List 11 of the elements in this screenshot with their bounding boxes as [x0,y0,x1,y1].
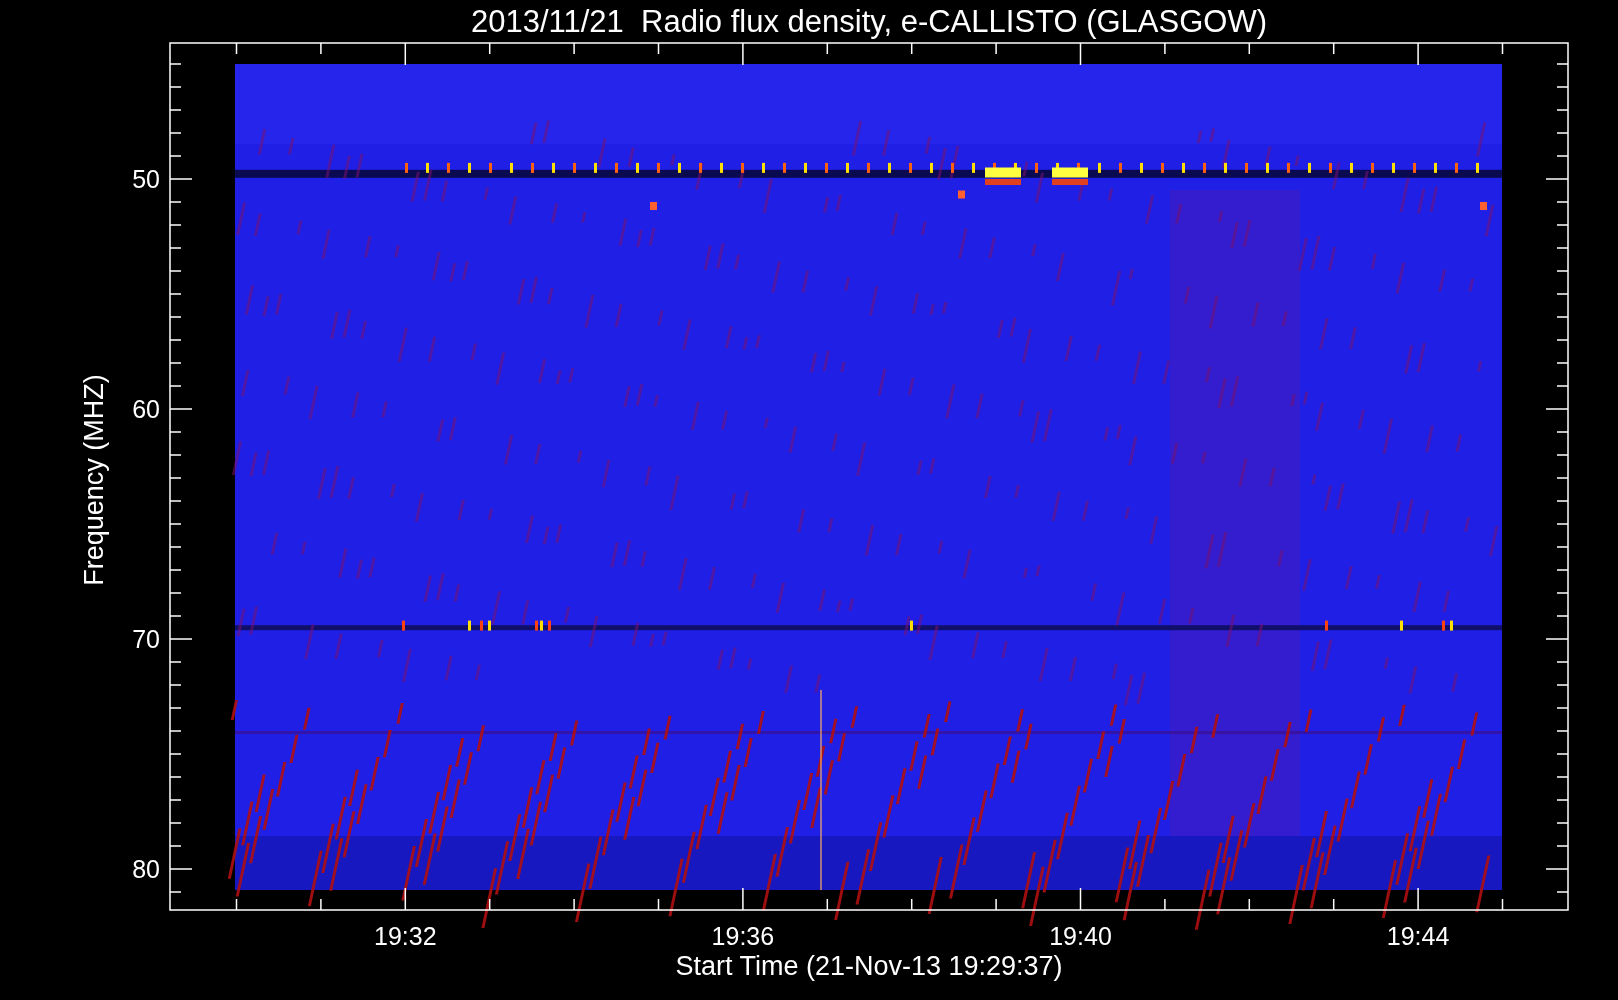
tick-label: 60 [132,395,160,423]
tick-label: 19:32 [374,922,437,950]
tick-label: 80 [132,855,160,883]
axis-label: Frequency (MHZ) [79,374,109,586]
tick-label: 19:44 [1386,922,1450,950]
axis-label: Start Time (21-Nov-13 19:29:37) [675,951,1063,981]
tick-label: 19:40 [1049,922,1112,950]
tick-label: 19:36 [711,922,775,950]
chart-title: 2013/11/21 Radio flux density, e-CALLISTO (GLASGOW) [471,4,1267,39]
tick-label: 70 [132,625,160,653]
tick-label: 50 [132,165,160,193]
